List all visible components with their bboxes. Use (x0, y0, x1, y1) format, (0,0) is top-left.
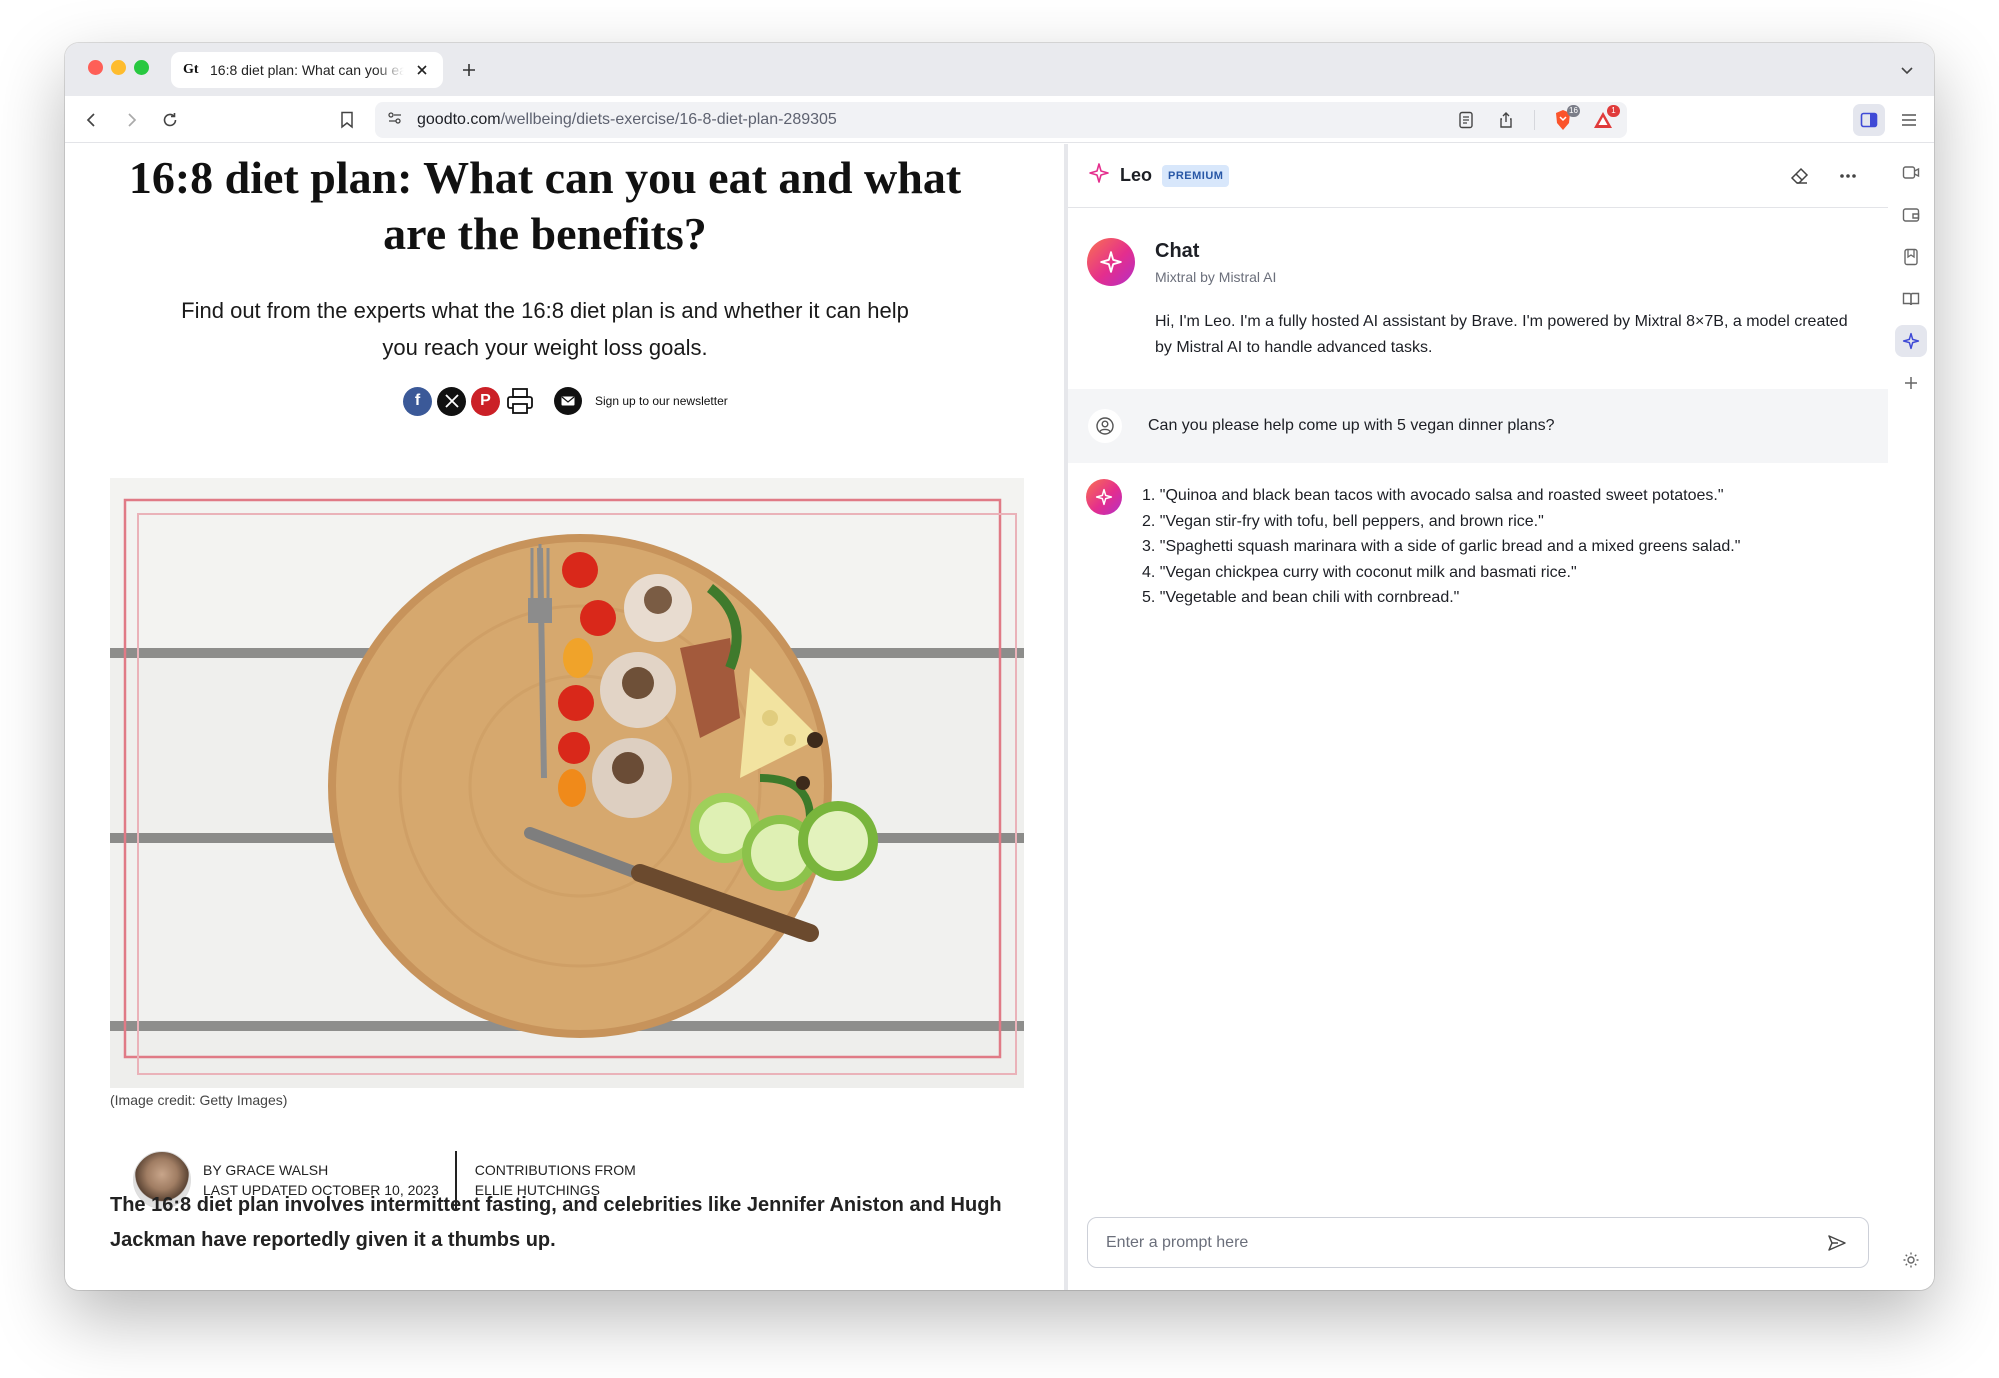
newsletter-signup-link[interactable]: Sign up to our newsletter (595, 394, 728, 408)
reader-mode-icon[interactable] (1454, 108, 1478, 132)
user-message-text: Can you please help come up with 5 vegan… (1148, 417, 1555, 434)
close-tab-icon[interactable] (413, 61, 431, 79)
list-item: 4. "Vegan chickpea curry with coconut mi… (1142, 563, 1577, 581)
prompt-input[interactable] (1106, 1233, 1824, 1252)
zoom-window-button[interactable] (134, 60, 149, 75)
author-name[interactable]: BY GRACE WALSH (203, 1160, 439, 1180)
more-options-icon[interactable] (1836, 164, 1860, 188)
assistant-message: 1. "Quinoa and black bean tacos with avo… (1068, 463, 1888, 623)
list-item: 1. "Quinoa and black bean tacos with avo… (1142, 487, 1724, 504)
sidebar-item-wallet[interactable] (1895, 199, 1927, 231)
facebook-share-icon[interactable]: f (403, 386, 432, 416)
tab-active[interactable]: Gt 16:8 diet plan: What can you eat and … (171, 52, 443, 88)
bookmark-icon[interactable] (334, 107, 360, 133)
hamburger-menu-icon[interactable] (1897, 108, 1921, 132)
site-settings-icon[interactable] (387, 110, 403, 131)
contributions-label: CONTRIBUTIONS FROM (474, 1162, 636, 1178)
hero-image (110, 478, 1024, 1088)
chevron-down-icon[interactable] (1896, 59, 1918, 81)
user-avatar-icon (1088, 409, 1122, 443)
x-share-icon[interactable] (437, 386, 466, 416)
answer-list: 1. "Quinoa and black bean tacos with avo… (1142, 483, 1740, 611)
brave-rewards-icon[interactable]: 1 (1591, 105, 1620, 132)
share-bar: f P Sign up to our newsletter (403, 385, 728, 417)
tab-strip: Gt 16:8 diet plan: What can you eat and … (65, 43, 1934, 96)
mail-icon[interactable] (554, 387, 582, 415)
article-lede: The 16:8 diet plan involves intermittent… (110, 1194, 1002, 1251)
tab-title: 16:8 diet plan: What can you eat and wha… (210, 62, 404, 78)
leo-header: Leo PREMIUM (1068, 144, 1888, 208)
intro-text: Hi, I'm Leo. I'm a fully hosted AI assis… (1155, 313, 1848, 356)
address-bar[interactable]: goodto.com/wellbeing/diets-exercise/16-8… (375, 102, 1627, 138)
close-window-button[interactable] (88, 60, 103, 75)
model-name: Mixtral by Mistral AI (1155, 269, 1277, 285)
url-text[interactable]: goodto.com/wellbeing/diets-exercise/16-8… (417, 111, 837, 129)
sidebar-toggle-button[interactable] (1853, 104, 1885, 136)
sidebar-item-talk[interactable] (1895, 157, 1927, 189)
article-title: 16:8 diet plan: What can you eat and wha… (128, 152, 962, 259)
sidebar-rail (1888, 144, 1934, 1290)
add-sidebar-item-button[interactable] (1895, 367, 1927, 399)
premium-badge: PREMIUM (1162, 164, 1230, 187)
reload-button[interactable] (157, 107, 183, 133)
article-subtitle: Find out from the experts what the 16:8 … (181, 298, 909, 360)
forward-button[interactable] (118, 107, 144, 133)
sidebar-item-bookmarks[interactable] (1895, 241, 1927, 273)
erase-conversation-icon[interactable] (1788, 164, 1812, 188)
leo-avatar-icon (1087, 238, 1135, 286)
brave-shields-icon[interactable]: 16 (1551, 105, 1580, 132)
leo-intro: Chat Mixtral by Mistral AI Hi, I'm Leo. … (1068, 209, 1888, 389)
user-message: Can you please help come up with 5 vegan… (1068, 389, 1888, 463)
sidebar-item-reading-list[interactable] (1895, 283, 1927, 315)
share-icon[interactable] (1494, 108, 1518, 132)
leo-avatar-icon (1086, 479, 1122, 515)
gear-icon[interactable] (1895, 1244, 1927, 1276)
minimize-window-button[interactable] (111, 60, 126, 75)
web-page: 16:8 diet plan: What can you eat and wha… (65, 144, 1065, 1290)
browser-window: Gt 16:8 diet plan: What can you eat and … (65, 43, 1934, 1290)
back-button[interactable] (79, 107, 105, 133)
pinterest-share-icon[interactable]: P (471, 386, 500, 416)
list-item: 2. "Vegan stir-fry with tofu, bell peppe… (1142, 512, 1544, 530)
new-tab-button[interactable] (457, 58, 481, 82)
leo-panel: Leo PREMIUM Chat Mixtral by Mistral AI H… (1068, 144, 1888, 1290)
image-credit: (Image credit: Getty Images) (110, 1092, 288, 1108)
leo-title: Leo (1120, 165, 1153, 185)
shields-count-badge: 16 (1567, 105, 1580, 117)
intro-title: Chat (1155, 240, 1200, 262)
list-item: 5. "Vegetable and bean chili with cornbr… (1142, 589, 1460, 606)
rewards-count-badge: 1 (1607, 105, 1620, 117)
list-item: 3. "Spaghetti squash marinara with a sid… (1142, 538, 1741, 555)
toolbar: goodto.com/wellbeing/diets-exercise/16-8… (65, 96, 1934, 143)
print-icon[interactable] (505, 386, 535, 416)
leo-sparkle-icon (1088, 162, 1110, 189)
sidebar-item-leo[interactable] (1895, 325, 1927, 357)
tab-favicon: Gt (183, 62, 199, 77)
send-icon[interactable] (1824, 1230, 1850, 1256)
prompt-box (1087, 1217, 1869, 1268)
